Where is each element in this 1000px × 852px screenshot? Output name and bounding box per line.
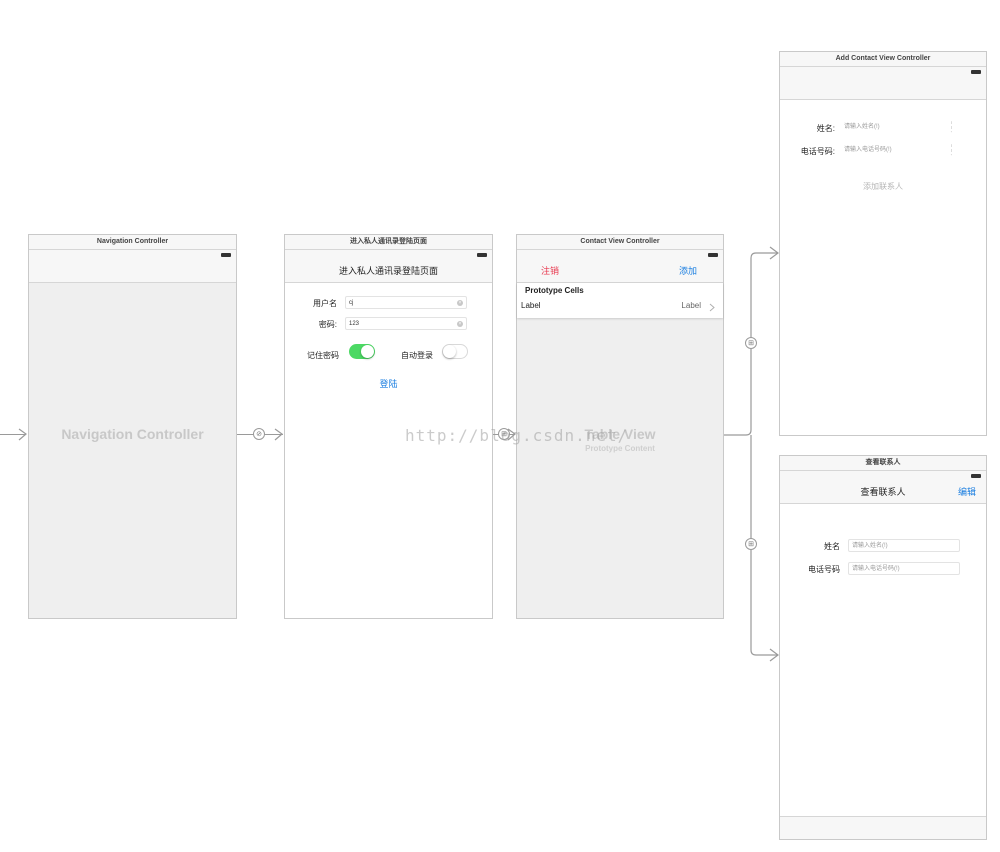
battery-icon [971, 474, 981, 478]
clear-icon[interactable]: × [457, 300, 463, 306]
username-field[interactable]: cj × [345, 296, 467, 309]
navigation-bar: 查看联系人 编辑 [780, 481, 986, 504]
segue-icon[interactable]: ⊞ [745, 337, 757, 349]
auto-login-toggle[interactable] [442, 344, 468, 359]
navigation-bar [29, 260, 236, 283]
battery-icon [477, 253, 487, 257]
battery-icon [221, 253, 231, 257]
prototype-content-label: Prototype Content [585, 444, 655, 453]
scene-content: 姓名 请输入姓名(!) 电话号码 请输入电话号码(!) [780, 504, 986, 839]
navigation-bar: 进入私人通讯录登陆页面 [285, 260, 492, 283]
status-bar [780, 471, 986, 481]
battery-icon [708, 253, 718, 257]
phone-label: 电话号码: [800, 147, 835, 156]
add-button[interactable]: 添加 [679, 260, 697, 282]
phone-field[interactable]: 请输入电话号码(!) [840, 143, 952, 156]
status-bar [285, 250, 492, 260]
scene-content: 姓名: 请输入姓名(!) 电话号码: 请输入电话号码(!) 添加联系人 [780, 100, 986, 435]
cell-label: Label [521, 301, 541, 310]
scene-title: Navigation Controller [29, 235, 236, 250]
table-view[interactable]: Prototype Cells Label Label Table View P… [517, 283, 723, 618]
password-field[interactable]: 123 × [345, 317, 467, 330]
battery-icon [971, 70, 981, 74]
name-label: 姓名 [824, 542, 840, 551]
password-value: 123 [349, 321, 360, 327]
placeholder-label: Navigation Controller [61, 426, 204, 442]
scene-title: 查看联系人 [780, 456, 986, 471]
navigation-bar [780, 77, 986, 100]
phone-field[interactable]: 请输入电话号码(!) [848, 562, 960, 575]
watermark: http://blog.csdn.net/ [405, 426, 629, 445]
toggle-knob [443, 345, 456, 358]
chevron-right-icon [709, 303, 715, 312]
phone-placeholder: 请输入电话号码(!) [852, 566, 900, 572]
status-bar [29, 250, 236, 260]
scene-content: 用户名 cj × 密码: 123 × 记住密码 自动登录 登陆 [285, 283, 492, 618]
username-value: cj [349, 300, 354, 306]
segue-contacts-branches [724, 246, 779, 662]
remember-password-toggle[interactable] [349, 344, 375, 359]
phone-placeholder: 请输入电话号码(!) [844, 147, 892, 153]
add-contact-button[interactable]: 添加联系人 [780, 181, 986, 192]
phone-label: 电话号码 [808, 565, 840, 574]
status-bar [780, 67, 986, 77]
username-label: 用户名 [313, 299, 337, 308]
auto-login-label: 自动登录 [401, 351, 433, 360]
scene-content: Navigation Controller [29, 283, 236, 618]
view-contact-scene[interactable]: 查看联系人 查看联系人 编辑 姓名 请输入姓名(!) 电话号码 请输入电话号码(… [779, 455, 987, 840]
clear-icon[interactable]: × [457, 321, 463, 327]
arrow-right-icon [274, 428, 283, 441]
navigation-controller-scene[interactable]: Navigation Controller Navigation Control… [28, 234, 237, 619]
add-contact-scene[interactable]: Add Contact View Controller 姓名: 请输入姓名(!)… [779, 51, 987, 436]
nav-title: 进入私人通讯录登陆页面 [338, 266, 438, 276]
prototype-cells-section: Prototype Cells Label Label [517, 283, 723, 318]
scene-title: 进入私人通讯录登陆页面 [285, 235, 492, 250]
section-header: Prototype Cells [525, 286, 584, 295]
bottom-toolbar [780, 816, 986, 839]
arrow-right-icon [18, 428, 27, 441]
remember-password-label: 记住密码 [307, 351, 339, 360]
status-bar [517, 250, 723, 260]
name-placeholder: 请输入姓名(!) [844, 124, 880, 130]
nav-title: 查看联系人 [860, 487, 906, 497]
name-label: 姓名: [816, 124, 835, 133]
edit-button[interactable]: 编辑 [958, 481, 976, 503]
name-field[interactable]: 请输入姓名(!) [848, 539, 960, 552]
name-placeholder: 请输入姓名(!) [852, 543, 888, 549]
name-field[interactable]: 请输入姓名(!) [840, 120, 952, 133]
segue-icon[interactable]: ⊘ [253, 428, 265, 440]
scene-title: Contact View Controller [517, 235, 723, 250]
cell-detail-label: Label [681, 301, 701, 310]
toggle-knob [361, 345, 374, 358]
segue-icon[interactable]: ⊞ [745, 538, 757, 550]
navigation-bar: 注销 添加 [517, 260, 723, 283]
login-button[interactable]: 登陆 [285, 377, 492, 390]
scene-title: Add Contact View Controller [780, 52, 986, 67]
logout-button[interactable]: 注销 [541, 260, 559, 282]
password-label: 密码: [318, 320, 337, 329]
